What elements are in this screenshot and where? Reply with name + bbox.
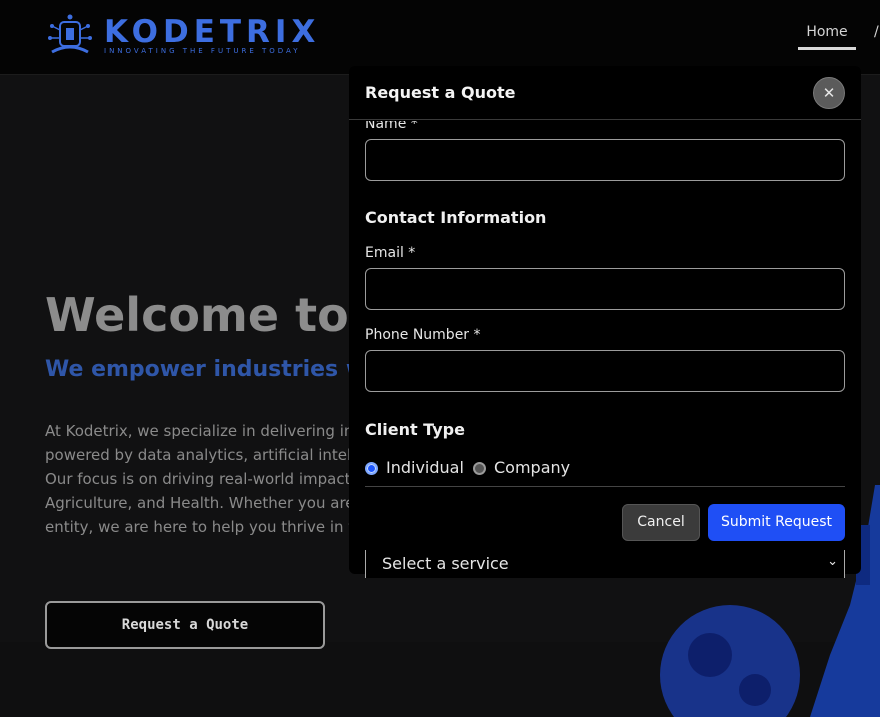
email-label: Email * — [365, 245, 416, 261]
close-icon: ✕ — [822, 84, 836, 102]
quote-modal: Request a Quote ✕ Name * Contact Informa… — [349, 66, 861, 574]
modal-title: Request a Quote — [365, 83, 516, 102]
client-type-individual-radio[interactable] — [365, 462, 378, 475]
client-type-individual-label[interactable]: Individual — [386, 458, 464, 477]
hero-paragraph-line: entity, we are here to help you thrive i… — [45, 518, 364, 536]
phone-label: Phone Number * — [365, 327, 481, 343]
hero-title: Welcome to K — [45, 288, 400, 342]
service-select[interactable]: Select a service ⌄ — [365, 550, 845, 578]
hero-paragraph-line: powered by data analytics, artificial in… — [45, 446, 360, 464]
client-type-section-title: Client Type — [365, 420, 465, 439]
modal-header: Request a Quote ✕ — [349, 66, 861, 120]
hero-title-text: Welcome to — [45, 288, 365, 342]
brand-name: KODETRIX — [104, 14, 321, 50]
client-type-company-radio[interactable] — [473, 462, 486, 475]
service-select-value: Select a service — [382, 554, 509, 573]
name-field[interactable] — [365, 139, 845, 181]
nav-item-partial[interactable]: / — [874, 24, 879, 40]
circuit-chip-logo-icon — [48, 14, 92, 54]
brand-tagline: INNOVATING THE FUTURE TODAY — [104, 47, 301, 55]
name-label: Name * — [365, 121, 418, 132]
client-type-company-label[interactable]: Company — [494, 458, 570, 477]
brand-logo[interactable]: KODETRIX INNOVATING THE FUTURE TODAY — [44, 12, 315, 60]
cancel-button[interactable]: Cancel — [622, 504, 700, 541]
contact-section-title: Contact Information — [365, 208, 547, 227]
hero-subtitle: We empower industries wi — [45, 357, 374, 382]
nav-item-home[interactable]: Home — [798, 24, 856, 50]
hero-paragraph-line: At Kodetrix, we specialize in delivering… — [45, 422, 363, 440]
modal-body[interactable]: Name * Contact Information Email * Phone… — [349, 121, 861, 486]
hero-paragraph: At Kodetrix, we specialize in delivering… — [45, 419, 365, 539]
hero-paragraph-line: Agriculture, and Health. Whether you are — [45, 494, 355, 512]
email-field[interactable] — [365, 268, 845, 310]
phone-field[interactable] — [365, 350, 845, 392]
site-header: KODETRIX INNOVATING THE FUTURE TODAY Hom… — [0, 0, 880, 75]
submit-request-button[interactable]: Submit Request — [708, 504, 845, 541]
chevron-down-icon: ⌄ — [827, 554, 838, 569]
modal-footer-divider — [365, 486, 845, 487]
close-button[interactable]: ✕ — [813, 77, 845, 109]
hero-paragraph-line: Our focus is on driving real-world impac… — [45, 470, 351, 488]
